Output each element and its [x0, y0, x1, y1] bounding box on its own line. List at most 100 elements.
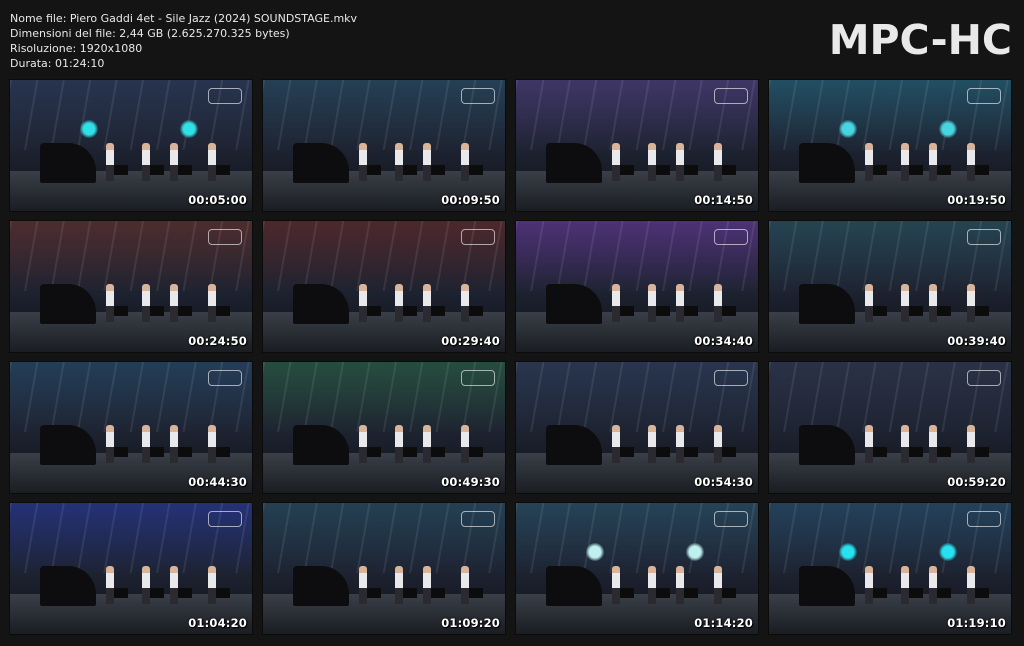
- music-stand: [365, 165, 381, 175]
- musician: [901, 425, 909, 463]
- musician: [106, 425, 114, 463]
- music-stand: [429, 447, 445, 457]
- thumbnail: 01:19:10: [769, 503, 1011, 634]
- file-name: Nome file: Piero Gaddi 4et - Sile Jazz (…: [10, 12, 358, 25]
- timestamp: 00:34:40: [694, 334, 753, 348]
- musician: [208, 143, 216, 181]
- musician: [967, 425, 975, 463]
- timestamp: 01:19:10: [947, 616, 1006, 630]
- music-stand: [973, 306, 989, 316]
- music-stand: [112, 588, 128, 598]
- musician: [612, 284, 620, 322]
- musician: [106, 566, 114, 604]
- musician: [612, 425, 620, 463]
- musician: [423, 143, 431, 181]
- music-stand: [682, 447, 698, 457]
- music-stand: [720, 588, 736, 598]
- musician: [142, 143, 150, 181]
- thumbnail: 00:34:40: [516, 221, 758, 352]
- musician: [865, 143, 873, 181]
- musician: [901, 566, 909, 604]
- music-stand: [907, 306, 923, 316]
- music-stand: [214, 588, 230, 598]
- musician: [142, 284, 150, 322]
- musician: [461, 143, 469, 181]
- music-stand: [871, 306, 887, 316]
- music-stand: [935, 165, 951, 175]
- music-stand: [401, 447, 417, 457]
- stage-light: [939, 543, 957, 561]
- thumbnail: 00:54:30: [516, 362, 758, 493]
- music-stand: [148, 306, 164, 316]
- music-stand: [365, 447, 381, 457]
- musician: [106, 284, 114, 322]
- music-stand: [176, 447, 192, 457]
- musician: [676, 284, 684, 322]
- thumbnail: 00:14:50: [516, 80, 758, 211]
- music-stand: [973, 588, 989, 598]
- channel-watermark-icon: [714, 370, 748, 386]
- channel-watermark-icon: [714, 229, 748, 245]
- musician: [142, 566, 150, 604]
- music-stand: [935, 306, 951, 316]
- musician: [359, 425, 367, 463]
- musician: [395, 143, 403, 181]
- musician: [648, 566, 656, 604]
- thumbnail: 00:19:50: [769, 80, 1011, 211]
- file-size: Dimensioni del file: 2,44 GB (2.625.270.…: [10, 27, 290, 40]
- channel-watermark-icon: [967, 88, 1001, 104]
- timestamp: 00:44:30: [188, 475, 247, 489]
- music-stand: [618, 447, 634, 457]
- musician: [676, 566, 684, 604]
- file-info: Nome file: Piero Gaddi 4et - Sile Jazz (…: [10, 11, 357, 71]
- timestamp: 00:05:00: [188, 193, 247, 207]
- timestamp: 01:04:20: [188, 616, 247, 630]
- thumbnail: 00:44:30: [10, 362, 252, 493]
- channel-watermark-icon: [208, 88, 242, 104]
- channel-watermark-icon: [461, 511, 495, 527]
- musician: [901, 143, 909, 181]
- musician: [714, 566, 722, 604]
- musician: [461, 284, 469, 322]
- musician: [929, 284, 937, 322]
- musician: [648, 284, 656, 322]
- stage-light: [839, 543, 857, 561]
- timestamp: 01:14:20: [694, 616, 753, 630]
- music-stand: [401, 165, 417, 175]
- musician: [714, 143, 722, 181]
- musician: [170, 425, 178, 463]
- timestamp: 01:09:20: [441, 616, 500, 630]
- music-stand: [112, 447, 128, 457]
- music-stand: [467, 447, 483, 457]
- channel-watermark-icon: [461, 229, 495, 245]
- timestamp: 00:39:40: [947, 334, 1006, 348]
- channel-watermark-icon: [208, 370, 242, 386]
- musician: [865, 566, 873, 604]
- music-stand: [148, 588, 164, 598]
- resolution: Risoluzione: 1920x1080: [10, 42, 143, 55]
- music-stand: [973, 165, 989, 175]
- channel-watermark-icon: [208, 229, 242, 245]
- mpc-hc-logo: MPC-HC: [828, 16, 1012, 64]
- music-stand: [682, 588, 698, 598]
- music-stand: [618, 306, 634, 316]
- thumbnail: 00:39:40: [769, 221, 1011, 352]
- musician: [359, 143, 367, 181]
- duration: Durata: 01:24:10: [10, 57, 105, 70]
- musician: [676, 425, 684, 463]
- musician: [395, 566, 403, 604]
- musician: [461, 566, 469, 604]
- music-stand: [148, 447, 164, 457]
- thumbnail: 01:14:20: [516, 503, 758, 634]
- music-stand: [214, 447, 230, 457]
- musician: [423, 425, 431, 463]
- music-stand: [429, 588, 445, 598]
- music-stand: [467, 165, 483, 175]
- music-stand: [176, 306, 192, 316]
- musician: [359, 566, 367, 604]
- musician: [423, 566, 431, 604]
- music-stand: [935, 588, 951, 598]
- music-stand: [429, 165, 445, 175]
- music-stand: [429, 306, 445, 316]
- musician: [648, 425, 656, 463]
